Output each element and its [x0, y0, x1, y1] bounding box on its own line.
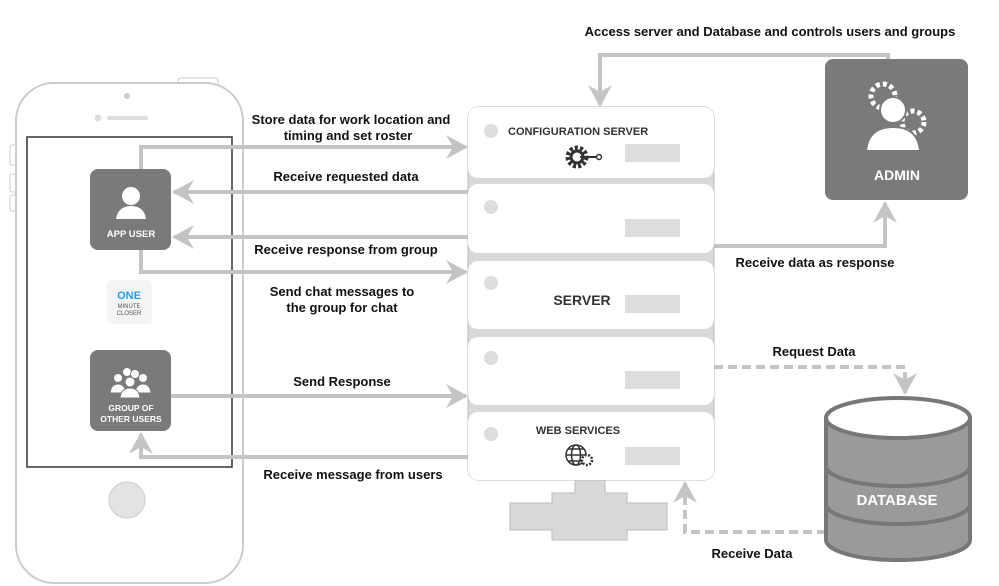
label-send-chat-1: Send chat messages to — [270, 284, 415, 299]
logo-text-minute: MINUTE — [118, 304, 141, 310]
app-user-node[interactable]: APP USER — [90, 169, 171, 250]
group-users-node[interactable]: GROUP OF OTHER USERS — [90, 350, 171, 431]
admin-node[interactable]: ADMIN — [825, 59, 968, 200]
architecture-diagram: APP USER ONE MINUTE CLOSER GROUP OF OTHE… — [9, 24, 972, 584]
label-send-chat-2: the group for chat — [286, 300, 398, 315]
phone — [9, 77, 244, 584]
config-server-label: CONFIGURATION SERVER — [508, 126, 648, 138]
label-receive-requested: Receive requested data — [273, 169, 419, 184]
phone-speaker — [107, 116, 148, 120]
database-node[interactable]: DATABASE — [824, 396, 972, 562]
label-store-data-2: timing and set roster — [284, 128, 413, 143]
label-receive-data-response: Receive data as response — [736, 255, 895, 270]
database-label: DATABASE — [856, 492, 937, 509]
phone-sensor — [94, 114, 102, 122]
server-unit-2[interactable] — [468, 184, 714, 253]
app-user-label: APP USER — [107, 229, 156, 240]
label-receive-data: Receive Data — [712, 546, 794, 561]
server-unit-main[interactable]: SERVER — [468, 261, 714, 329]
label-request-data: Request Data — [772, 344, 856, 359]
label-access-server: Access server and Database and controls … — [585, 24, 956, 39]
database-top — [824, 396, 972, 440]
phone-camera — [124, 93, 130, 99]
label-store-data-1: Store data for work location and — [252, 112, 451, 127]
group-label-line1: GROUP OF — [108, 403, 153, 413]
server-stand — [509, 477, 668, 541]
one-minute-closer-logo: ONE MINUTE CLOSER — [107, 280, 152, 324]
home-button[interactable] — [108, 481, 146, 519]
arrow-request-data — [714, 365, 917, 395]
admin-label: ADMIN — [874, 167, 920, 183]
web-services-label: WEB SERVICES — [536, 425, 620, 437]
server-unit-config[interactable]: CONFIGURATION SERVER — [468, 107, 714, 178]
arrow-receive-data-response — [714, 201, 897, 248]
arrow-receive-data — [673, 481, 826, 534]
label-receive-message: Receive message from users — [263, 467, 442, 482]
server-rack: CONFIGURATION SERVER SERVER WEB SERVICES — [467, 106, 715, 541]
label-receive-response-group: Receive response from group — [254, 242, 438, 257]
logo-text-closer: CLOSER — [117, 311, 142, 317]
server-unit-web[interactable]: WEB SERVICES — [468, 412, 714, 480]
group-label-line2: OTHER USERS — [100, 414, 162, 424]
server-unit-4[interactable] — [468, 337, 714, 405]
label-send-response: Send Response — [293, 374, 391, 389]
server-label: SERVER — [553, 292, 610, 308]
logo-text-one: ONE — [117, 290, 141, 302]
